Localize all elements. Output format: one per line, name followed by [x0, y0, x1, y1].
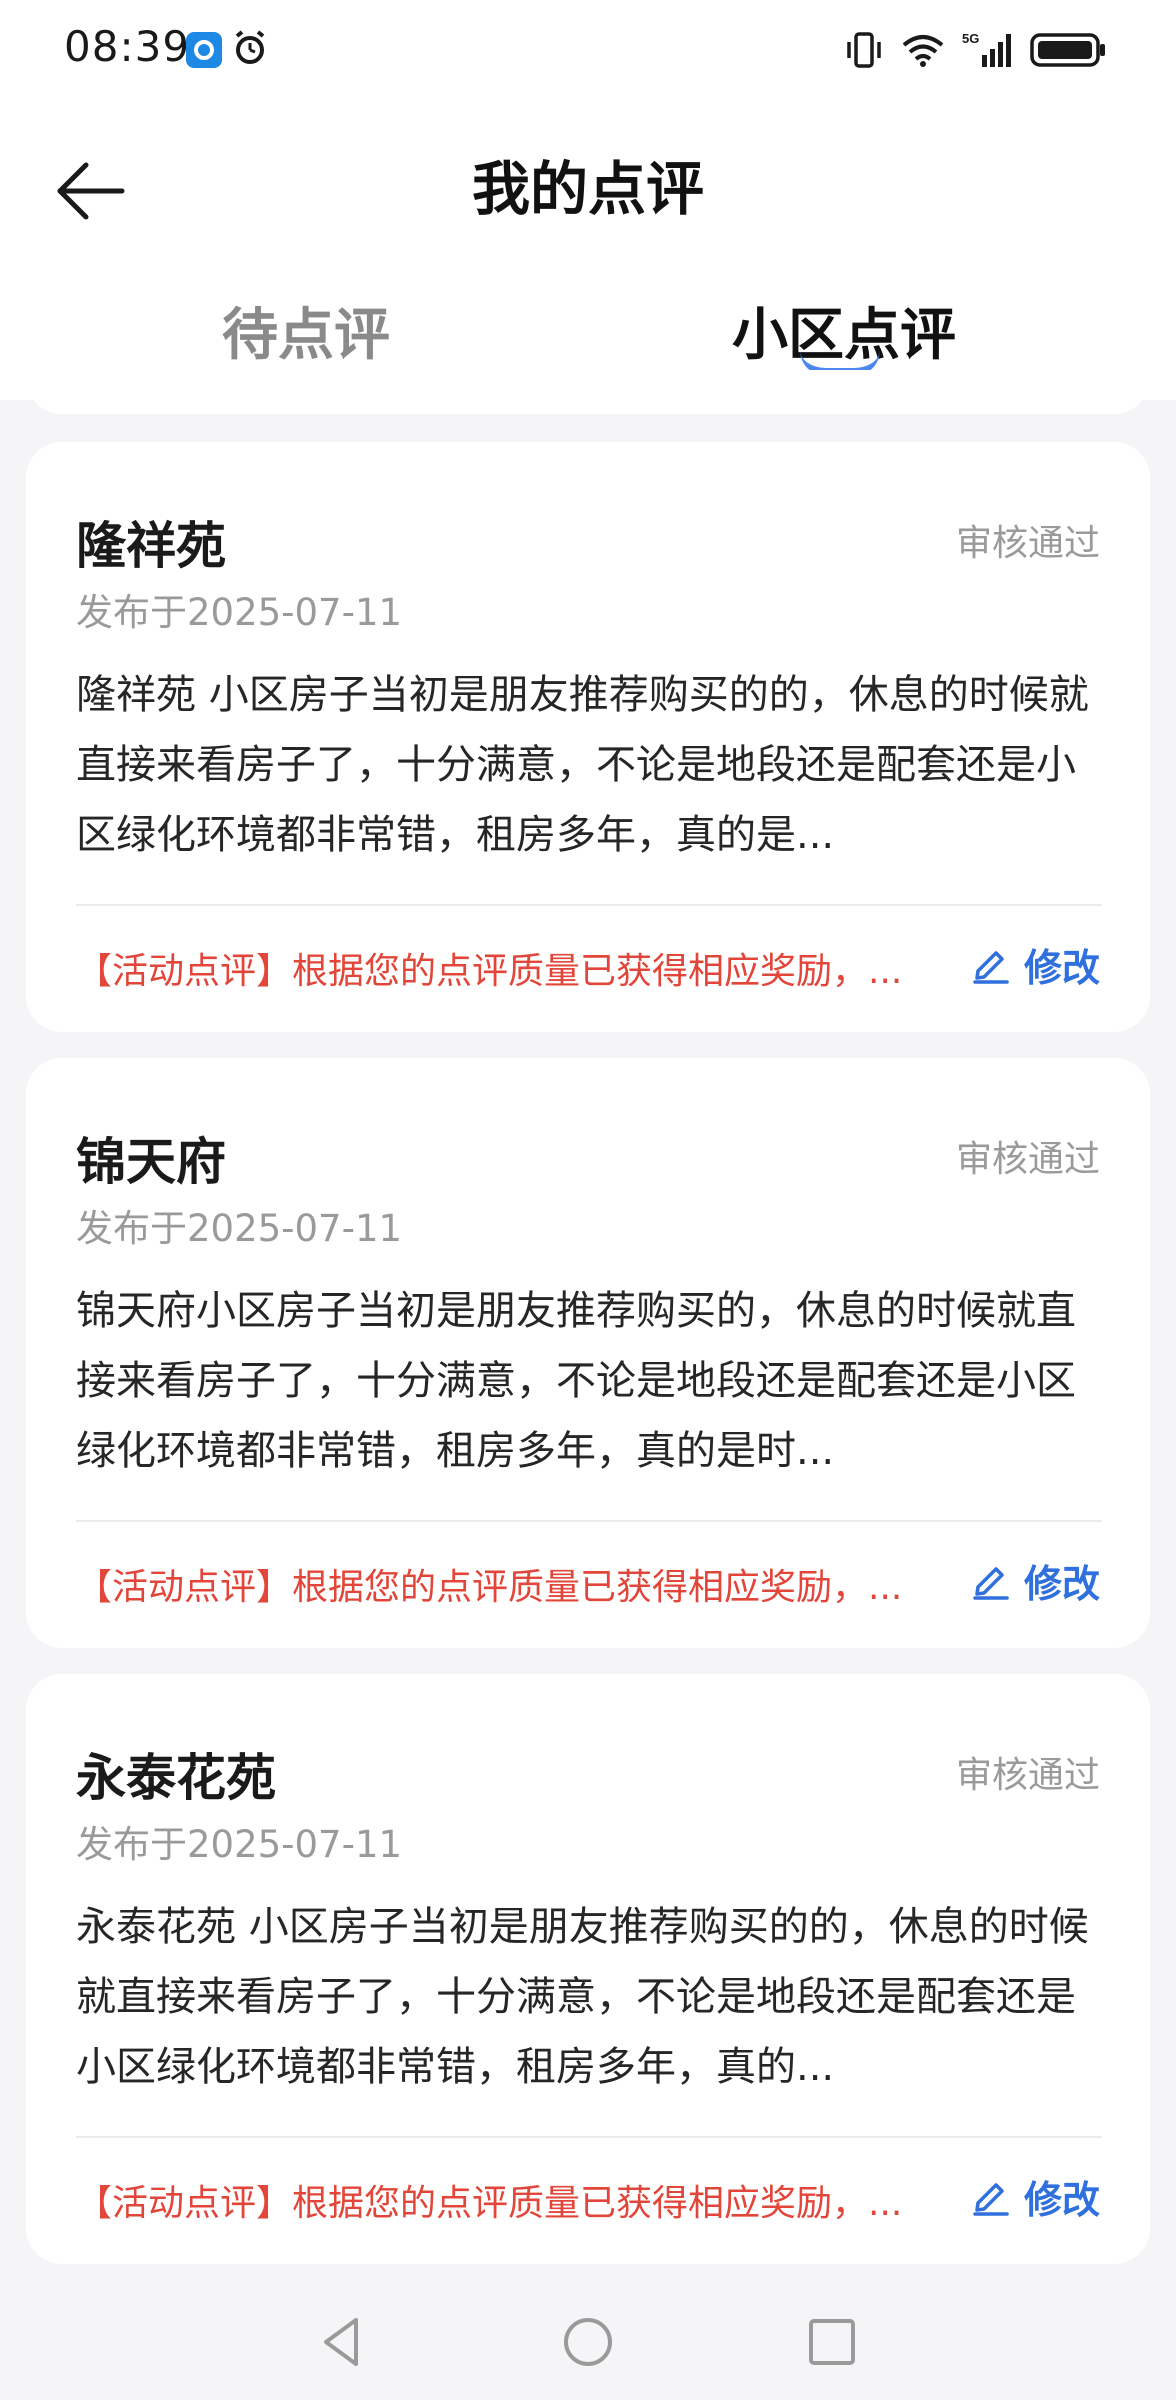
status-bar: 08:39 5G [0, 0, 1176, 100]
community-name: 隆祥苑 [76, 517, 226, 575]
review-text: 永泰花苑 小区房子当初是朋友推荐购买的的，休息的时候就直接来看房子了，十分满意，… [76, 1904, 1089, 2090]
activity-reward-note[interactable]: 【活动点评】根据您的点评质量已获得相应奖励，... [76, 942, 976, 994]
review-text: 锦天府小区房子当初是朋友推荐购买的，休息的时候就直接来看房子了，十分满意，不论是… [76, 1288, 1076, 1474]
review-card[interactable]: 永泰花苑 审核通过 发布于2025-07-11 永泰花苑 小区房子当初是朋友推荐… [26, 1674, 1150, 2264]
review-card[interactable]: 锦天府 审核通过 发布于2025-07-11 锦天府小区房子当初是朋友推荐购买的… [26, 1058, 1150, 1648]
network-label: 5G [962, 31, 979, 46]
battery-icon [1030, 33, 1105, 67]
vibrate-icon [847, 32, 881, 68]
edit-button[interactable]: 修改 [970, 1552, 1100, 1608]
divider [76, 1520, 1102, 1522]
page-title: 我的点评 [471, 155, 704, 223]
review-card[interactable]: 隆祥苑 审核通过 发布于2025-07-11 隆祥苑 小区房子当初是朋友推荐购买… [26, 442, 1150, 1032]
community-name: 锦天府 [76, 1133, 226, 1191]
edit-button[interactable]: 修改 [970, 936, 1100, 992]
edit-button[interactable]: 修改 [970, 2168, 1100, 2224]
publish-date: 发布于2025-07-11 [76, 1823, 403, 1866]
status-time: 08:39 [64, 22, 191, 71]
review-status-badge: 审核通过 [955, 1139, 1100, 1180]
review-status-badge: 审核通过 [955, 523, 1100, 564]
publish-date: 发布于2025-07-11 [76, 591, 403, 634]
signal-5g-icon: 5G [962, 31, 1011, 67]
app-notification-icon [186, 32, 222, 68]
edit-label: 修改 [1023, 945, 1100, 990]
system-nav-bar [0, 2282, 1176, 2400]
activity-reward-note[interactable]: 【活动点评】根据您的点评质量已获得相应奖励，... [76, 1558, 976, 1610]
nav-home-icon[interactable] [558, 2312, 618, 2372]
edit-pencil-icon [973, 2183, 1009, 2216]
community-name: 永泰花苑 [76, 1749, 276, 1807]
tab-pending-reviews[interactable]: 待点评 [222, 290, 390, 371]
divider [76, 904, 1102, 906]
nav-back-icon[interactable] [312, 2312, 372, 2372]
divider [76, 2136, 1102, 2138]
header: 我的点评 待点评 小区点评 [0, 100, 1176, 400]
edit-label: 修改 [1023, 2177, 1100, 2222]
alarm-icon [235, 30, 265, 64]
edit-label: 修改 [1023, 1561, 1100, 1606]
review-status-badge: 审核通过 [955, 1755, 1100, 1796]
status-icons: 5G [844, 30, 1106, 70]
nav-recent-apps-icon[interactable] [802, 2312, 862, 2372]
wifi-icon [902, 35, 944, 67]
publish-date: 发布于2025-07-11 [76, 1207, 403, 1250]
edit-pencil-icon [973, 1567, 1009, 1600]
previous-card-edge [26, 370, 1150, 414]
edit-pencil-icon [973, 951, 1009, 984]
review-text: 隆祥苑 小区房子当初是朋友推荐购买的的，休息的时候就直接来看房子了，十分满意，不… [76, 672, 1089, 858]
activity-reward-note[interactable]: 【活动点评】根据您的点评质量已获得相应奖励，... [76, 2174, 976, 2226]
